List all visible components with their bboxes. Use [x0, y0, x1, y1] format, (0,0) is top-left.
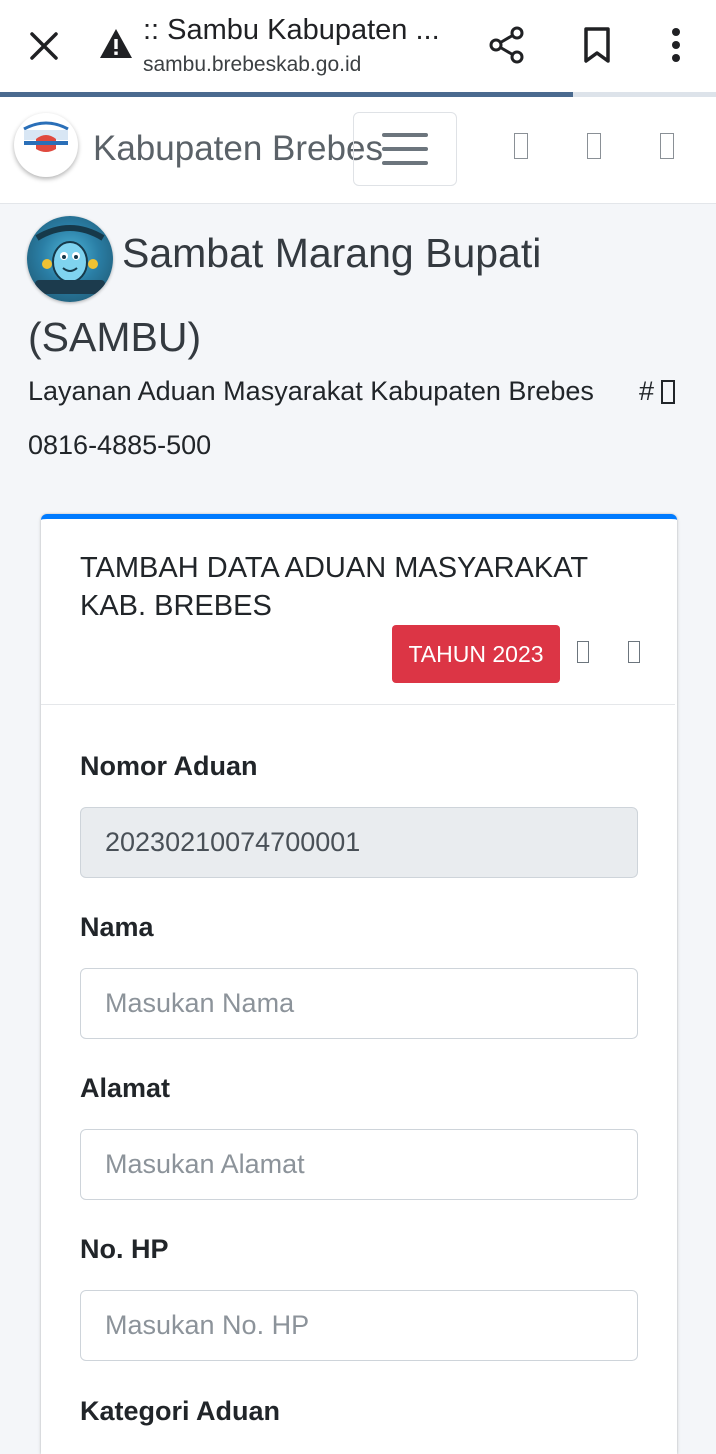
- menu-icon[interactable]: [353, 112, 457, 186]
- page-title-abbrev: (SAMBU): [28, 314, 202, 360]
- bookmark-icon[interactable]: [574, 22, 620, 68]
- nomor-aduan-label: Nomor Aduan: [80, 751, 258, 781]
- year-badge[interactable]: TAHUN 2023: [392, 625, 560, 683]
- card-title: TAMBAH DATA ADUAN MASYARAKAT KAB. BREBES: [80, 552, 588, 622]
- collapse-icon[interactable]: [577, 641, 589, 663]
- more-vert-icon[interactable]: [656, 22, 696, 68]
- warning-icon[interactable]: [98, 26, 134, 62]
- hash-label: #: [639, 376, 655, 406]
- nama-label: Nama: [80, 912, 154, 942]
- alamat-label: Alamat: [80, 1073, 171, 1103]
- logo-image[interactable]: [14, 113, 78, 177]
- missing-glyph-icon[interactable]: [587, 133, 601, 159]
- phone-number[interactable]: 0816-4885-500: [28, 430, 211, 461]
- share-icon[interactable]: [484, 22, 530, 68]
- page-title: Sambat Marang Bupati: [122, 230, 542, 276]
- complaint-form-card: TAMBAH DATA ADUAN MASYARAKAT KAB. BREBES…: [41, 514, 677, 1454]
- tab-title[interactable]: :: Sambu Kabupaten ...: [143, 14, 440, 47]
- browser-toolbar: :: Sambu Kabupaten ... sambu.brebeskab.g…: [0, 0, 716, 92]
- brand-name[interactable]: Kabupaten Brebes: [93, 129, 383, 169]
- card-divider: [41, 704, 675, 705]
- close-icon[interactable]: [22, 24, 66, 68]
- missing-glyph-icon: [661, 380, 675, 404]
- mascot-logo: [27, 216, 113, 302]
- no-hp-field[interactable]: [80, 1290, 638, 1361]
- no-hp-label: No. HP: [80, 1234, 169, 1264]
- missing-glyph-icon[interactable]: [660, 133, 674, 159]
- kategori-aduan-label: Kategori Aduan: [80, 1396, 281, 1426]
- url-text[interactable]: sambu.brebeskab.go.id: [143, 53, 361, 77]
- missing-glyph-icon[interactable]: [514, 133, 528, 159]
- nama-field[interactable]: [80, 968, 638, 1039]
- page-subtitle: Layanan Aduan Masyarakat Kabupaten Brebe…: [28, 376, 594, 406]
- nomor-aduan-field[interactable]: [80, 807, 638, 878]
- alamat-field[interactable]: [80, 1129, 638, 1200]
- site-navbar: Kabupaten Brebes: [0, 97, 716, 204]
- remove-icon[interactable]: [628, 641, 640, 663]
